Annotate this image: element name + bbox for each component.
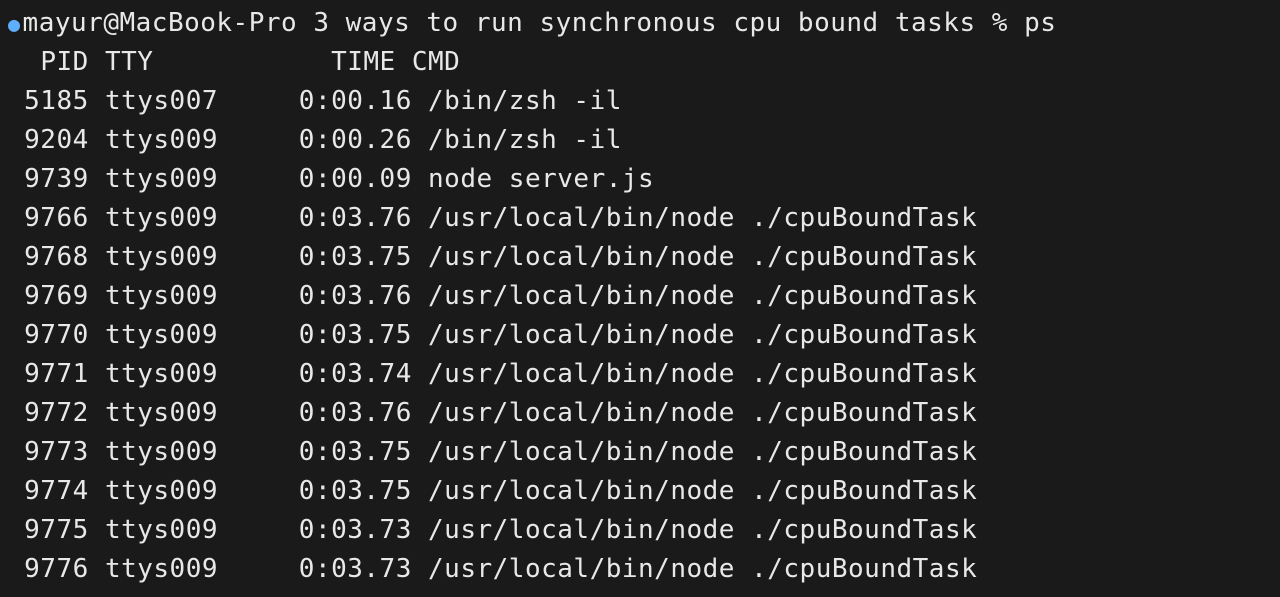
- cell-cmd: node server.js: [428, 164, 654, 194]
- cell-pid: 9773: [8, 437, 89, 467]
- cell-time: 0:00.16: [250, 86, 412, 116]
- cell-pid: 9766: [8, 203, 89, 233]
- table-row: 9773 ttys009 0:03.75 /usr/local/bin/node…: [8, 433, 1272, 472]
- cell-tty: ttys009: [105, 320, 250, 350]
- header-tty: TTY: [105, 47, 153, 77]
- cell-tty: ttys009: [105, 242, 250, 272]
- table-row: 5185 ttys007 0:00.16 /bin/zsh -il: [8, 82, 1272, 121]
- col-pid: [8, 47, 40, 77]
- cell-tty: ttys009: [105, 476, 250, 506]
- header-pid: PID: [40, 47, 88, 77]
- prompt-symbol: %: [992, 4, 1008, 43]
- cell-time: 0:03.74: [250, 359, 412, 389]
- cell-tty: ttys007: [105, 86, 250, 116]
- table-row: 9772 ttys009 0:03.76 /usr/local/bin/node…: [8, 394, 1272, 433]
- table-row: 9771 ttys009 0:03.74 /usr/local/bin/node…: [8, 355, 1272, 394]
- cell-cmd: /usr/local/bin/node ./cpuBoundTask: [428, 554, 977, 584]
- cell-time: 0:03.73: [250, 515, 412, 545]
- cell-cmd: /usr/local/bin/node ./cpuBoundTask: [428, 320, 977, 350]
- cell-tty: ttys009: [105, 515, 250, 545]
- cell-pid: 9771: [8, 359, 89, 389]
- cell-tty: ttys009: [105, 164, 250, 194]
- cell-time: 0:03.76: [250, 398, 412, 428]
- cell-pid: 9204: [8, 125, 89, 155]
- prompt-bullet-icon: ●: [8, 9, 21, 39]
- shell-prompt-line: ● mayur@MacBook-Pro 3 ways to run synchr…: [8, 4, 1272, 43]
- ps-header-row: PID TTY TIME CMD: [8, 43, 1272, 82]
- cell-cmd: /usr/local/bin/node ./cpuBoundTask: [428, 476, 977, 506]
- header-time: TIME: [331, 47, 396, 77]
- cell-pid: 5185: [8, 86, 89, 116]
- cell-pid: 9772: [8, 398, 89, 428]
- terminal-output[interactable]: ● mayur@MacBook-Pro 3 ways to run synchr…: [8, 4, 1272, 589]
- cell-cmd: /usr/local/bin/node ./cpuBoundTask: [428, 437, 977, 467]
- cell-time: 0:03.75: [250, 320, 412, 350]
- table-row: 9768 ttys009 0:03.75 /usr/local/bin/node…: [8, 238, 1272, 277]
- cell-pid: 9776: [8, 554, 89, 584]
- cell-cmd: /usr/local/bin/node ./cpuBoundTask: [428, 281, 977, 311]
- cell-time: 0:03.75: [250, 476, 412, 506]
- cell-tty: ttys009: [105, 359, 250, 389]
- prompt-host: MacBook-Pro: [119, 4, 297, 43]
- table-row: 9776 ttys009 0:03.73 /usr/local/bin/node…: [8, 550, 1272, 589]
- table-row: 9204 ttys009 0:00.26 /bin/zsh -il: [8, 121, 1272, 160]
- cell-time: 0:03.76: [250, 281, 412, 311]
- cell-time: 0:03.75: [250, 242, 412, 272]
- table-row: 9774 ttys009 0:03.75 /usr/local/bin/node…: [8, 472, 1272, 511]
- cell-pid: 9774: [8, 476, 89, 506]
- cell-pid: 9739: [8, 164, 89, 194]
- cell-cmd: /bin/zsh -il: [428, 125, 622, 155]
- process-list: 5185 ttys007 0:00.16 /bin/zsh -il 9204 t…: [8, 82, 1272, 589]
- table-row: 9766 ttys009 0:03.76 /usr/local/bin/node…: [8, 199, 1272, 238]
- cell-cmd: /usr/local/bin/node ./cpuBoundTask: [428, 359, 977, 389]
- cell-tty: ttys009: [105, 437, 250, 467]
- cell-time: 0:03.73: [250, 554, 412, 584]
- prompt-command: ps: [1024, 4, 1056, 43]
- cell-time: 0:03.76: [250, 203, 412, 233]
- table-row: 9769 ttys009 0:03.76 /usr/local/bin/node…: [8, 277, 1272, 316]
- cell-pid: 9770: [8, 320, 89, 350]
- cell-tty: ttys009: [105, 554, 250, 584]
- table-row: 9739 ttys009 0:00.09 node server.js: [8, 160, 1272, 199]
- cell-pid: 9775: [8, 515, 89, 545]
- cell-tty: ttys009: [105, 398, 250, 428]
- cell-cmd: /usr/local/bin/node ./cpuBoundTask: [428, 203, 977, 233]
- cell-cmd: /usr/local/bin/node ./cpuBoundTask: [428, 515, 977, 545]
- cell-pid: 9769: [8, 281, 89, 311]
- cell-time: 0:00.09: [250, 164, 412, 194]
- cell-time: 0:03.75: [250, 437, 412, 467]
- cell-pid: 9768: [8, 242, 89, 272]
- prompt-user: mayur: [23, 4, 104, 43]
- cell-tty: ttys009: [105, 125, 250, 155]
- header-cmd: CMD: [412, 47, 460, 77]
- cell-cmd: /usr/local/bin/node ./cpuBoundTask: [428, 242, 977, 272]
- table-row: 9770 ttys009 0:03.75 /usr/local/bin/node…: [8, 316, 1272, 355]
- at-sign: @: [103, 4, 119, 43]
- prompt-cwd: 3 ways to run synchronous cpu bound task…: [313, 4, 975, 43]
- table-row: 9775 ttys009 0:03.73 /usr/local/bin/node…: [8, 511, 1272, 550]
- cell-time: 0:00.26: [250, 125, 412, 155]
- cell-cmd: /bin/zsh -il: [428, 86, 622, 116]
- cell-tty: ttys009: [105, 203, 250, 233]
- cell-cmd: /usr/local/bin/node ./cpuBoundTask: [428, 398, 977, 428]
- cell-tty: ttys009: [105, 281, 250, 311]
